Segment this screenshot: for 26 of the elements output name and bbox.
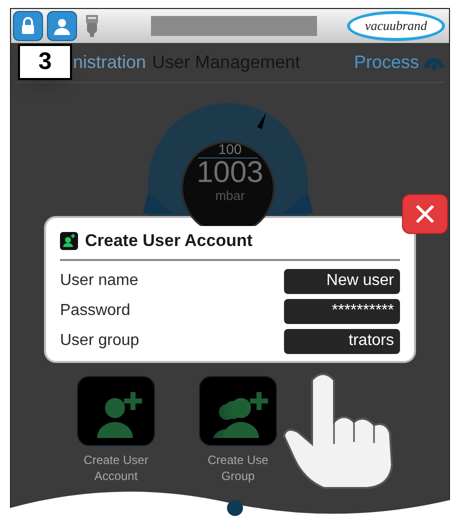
close-button[interactable] bbox=[402, 194, 448, 234]
add-user-icon bbox=[60, 232, 78, 250]
dialog-title: Create User Account bbox=[85, 230, 253, 252]
network-plug-icon bbox=[85, 15, 99, 37]
nav-next-label[interactable]: Process bbox=[354, 49, 419, 76]
user-icon bbox=[53, 17, 71, 35]
button-caption: Create Use Group bbox=[208, 452, 268, 484]
step-number-badge: 3 bbox=[18, 44, 72, 80]
user-button[interactable] bbox=[47, 11, 77, 41]
field-label: User name bbox=[60, 271, 138, 291]
create-user-button[interactable] bbox=[77, 376, 155, 446]
input-field[interactable]: ********** bbox=[284, 298, 400, 324]
nav-previous-label[interactable]: nistration bbox=[73, 49, 146, 76]
input-field[interactable]: New user bbox=[284, 268, 400, 294]
field-label: User group bbox=[60, 331, 140, 351]
button-caption: Create User Account bbox=[84, 452, 148, 484]
logo: vacuubrand bbox=[347, 11, 445, 41]
setpoint-value: 100 bbox=[218, 141, 242, 157]
close-icon bbox=[415, 204, 435, 224]
field-label: Password bbox=[60, 301, 130, 321]
pressure-unit: mbar bbox=[215, 189, 245, 203]
lock-icon bbox=[20, 17, 36, 35]
pressure-reading: 1003 bbox=[196, 157, 264, 189]
input-field[interactable]: trators bbox=[284, 328, 400, 354]
create-group-button[interactable] bbox=[199, 376, 277, 446]
lock-button[interactable] bbox=[13, 11, 43, 41]
